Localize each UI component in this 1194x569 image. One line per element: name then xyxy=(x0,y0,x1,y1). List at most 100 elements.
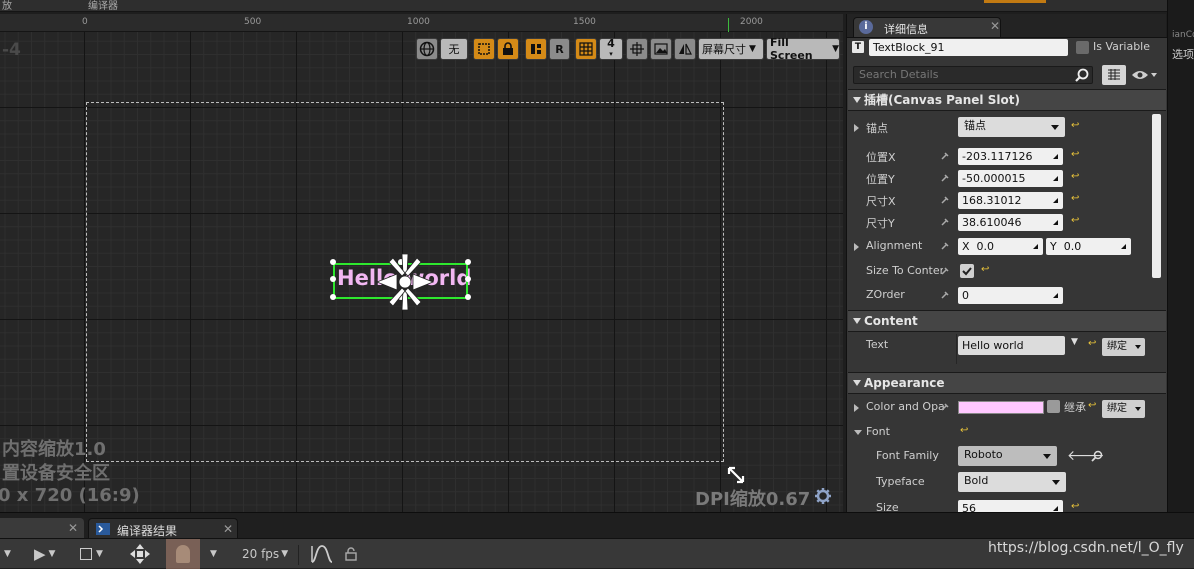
fps-dropdown[interactable]: 20 fps ▼ xyxy=(242,543,288,565)
size-to-content-checkbox[interactable] xyxy=(960,264,974,278)
background-button[interactable] xyxy=(650,38,672,60)
size-x-field[interactable]: 168.31012 xyxy=(958,192,1063,209)
color-swatch[interactable] xyxy=(958,401,1044,414)
details-tab[interactable]: i 详细信息 ✕ xyxy=(853,17,1001,37)
screen-size-dropdown[interactable]: 屏幕尺寸 ▼ xyxy=(698,38,764,60)
row-text: Text Hello world ▼ ↩ 绑定 xyxy=(848,334,1153,364)
font-family-dropdown[interactable]: Roboto xyxy=(958,446,1057,466)
resize-handle[interactable] xyxy=(330,276,336,282)
category-appearance[interactable]: Appearance xyxy=(848,372,1166,394)
tab-compiler-results[interactable]: 编译器结果 ✕ xyxy=(88,518,238,539)
size-y-field[interactable]: 38.610046 xyxy=(958,214,1063,231)
grid-size-button[interactable]: 4 ▾ xyxy=(599,38,623,60)
reset-arrow-icon[interactable]: ↩ xyxy=(960,425,968,436)
outline-icon xyxy=(478,43,490,55)
widget-name-field[interactable]: TextBlock_91 xyxy=(869,39,1068,56)
category-canvas-panel-slot[interactable]: 插槽(Canvas Panel Slot) xyxy=(848,89,1166,111)
reset-arrow-icon[interactable]: ↩ xyxy=(981,264,989,275)
position-y-field[interactable]: -50.000015 xyxy=(958,170,1063,187)
resize-handle[interactable] xyxy=(330,259,336,265)
r-button[interactable]: R xyxy=(549,38,570,60)
pin-icon xyxy=(941,174,949,182)
resize-handle[interactable] xyxy=(465,276,471,282)
property-matrix-button[interactable] xyxy=(1102,65,1126,85)
color-bind-button[interactable]: 绑定 xyxy=(1102,400,1145,418)
curve-button[interactable] xyxy=(310,543,332,565)
text-bind-button[interactable]: 绑定 xyxy=(1102,338,1145,356)
top-tab-text[interactable]: 编译器 xyxy=(88,0,118,12)
mirror-icon xyxy=(679,43,692,55)
details-scrollbar[interactable] xyxy=(1152,114,1161,278)
expand-arrow-icon[interactable] xyxy=(854,404,859,412)
anchors-dropdown[interactable]: 锚点 xyxy=(958,117,1065,137)
pin-icon xyxy=(941,291,949,299)
typeface-dropdown[interactable]: Bold xyxy=(958,472,1066,492)
reset-arrow-icon[interactable]: ↩ xyxy=(1088,400,1096,411)
collapse-arrow-icon[interactable] xyxy=(854,430,862,435)
play-icon: ▶ xyxy=(34,545,46,563)
position-x-field[interactable]: -203.117126 xyxy=(958,148,1063,165)
reset-arrow-icon[interactable]: ↩ xyxy=(1071,120,1079,131)
reset-arrow-icon[interactable]: ↩ xyxy=(1088,338,1096,349)
reset-arrow-icon[interactable]: ↩ xyxy=(1071,171,1079,182)
lock-button[interactable] xyxy=(345,543,357,565)
close-icon[interactable]: ✕ xyxy=(223,522,233,536)
anchor-flower-icon[interactable] xyxy=(373,250,437,314)
reset-arrow-icon[interactable]: ↩ xyxy=(1071,149,1079,160)
category-content[interactable]: Content xyxy=(848,310,1166,332)
grid-snap-toggle[interactable] xyxy=(575,38,597,60)
chevron-down-icon[interactable]: ▼ xyxy=(1071,337,1078,347)
person-icon xyxy=(176,545,190,563)
resize-handle[interactable] xyxy=(330,294,336,300)
zorder-field[interactable]: 0 xyxy=(958,287,1063,304)
resize-handle[interactable] xyxy=(465,259,471,265)
position-y-value: -50.000015 xyxy=(962,172,1026,185)
eye-icon[interactable] xyxy=(1131,69,1159,81)
resize-arrow-icon[interactable] xyxy=(726,465,746,485)
skip-back-button[interactable]: ▼ xyxy=(4,543,11,565)
pin-icon xyxy=(941,267,949,275)
locale-label: 无 xyxy=(448,43,460,56)
outline-toggle[interactable] xyxy=(473,38,495,60)
browse-search-icon[interactable] xyxy=(1091,450,1103,462)
row-typeface: Typeface Bold xyxy=(848,471,1153,493)
globe-button[interactable] xyxy=(416,38,438,60)
alignment-x-field[interactable]: X 0.0 xyxy=(958,238,1043,255)
transform-button[interactable] xyxy=(626,38,648,60)
resize-handle[interactable] xyxy=(465,294,471,300)
is-variable-checkbox[interactable] xyxy=(1076,41,1089,54)
close-icon[interactable]: ✕ xyxy=(68,521,78,535)
pin-icon xyxy=(941,196,949,204)
alignment-y-label: Y xyxy=(1050,240,1057,253)
camera-button[interactable] xyxy=(166,539,200,569)
snap-button[interactable] xyxy=(129,543,151,565)
stop-button[interactable]: ▼ xyxy=(80,543,103,565)
expand-arrow-icon[interactable] xyxy=(854,243,859,251)
play-button[interactable]: ▶ ▼ xyxy=(34,543,55,565)
ruler-label: 500 xyxy=(244,17,262,27)
alignment-y-value: 0.0 xyxy=(1063,240,1082,253)
options-label[interactable]: 选项 xyxy=(1172,46,1194,62)
lock-toggle[interactable] xyxy=(497,38,519,60)
zorder-label: ZOrder xyxy=(866,288,905,301)
inherit-checkbox[interactable] xyxy=(1047,400,1060,413)
reset-arrow-icon[interactable]: ↩ xyxy=(1071,193,1079,204)
alignment-y-field[interactable]: Y 0.0 xyxy=(1046,238,1131,255)
text-value-field[interactable]: Hello world xyxy=(958,336,1065,355)
respect-locks-toggle[interactable] xyxy=(525,38,547,60)
info-icon: i xyxy=(859,20,873,34)
fps-label: 20 fps xyxy=(242,547,280,561)
dpi-settings-button[interactable] xyxy=(814,487,832,505)
tab-animations[interactable]: ✕ xyxy=(0,518,84,539)
camera-dropdown[interactable]: ▼ xyxy=(210,543,217,565)
expand-arrow-icon[interactable] xyxy=(854,124,859,132)
reset-arrow-icon[interactable]: ↩ xyxy=(1071,215,1079,226)
close-icon[interactable]: ✕ xyxy=(990,19,1000,33)
search-details-input[interactable]: Search Details xyxy=(853,66,1093,84)
color-opacity-label: Color and Opa xyxy=(866,400,945,413)
reset-arrow-icon[interactable]: ↩ xyxy=(1071,501,1079,512)
locale-button[interactable]: 无 xyxy=(440,38,468,60)
mirror-button[interactable] xyxy=(674,38,696,60)
fill-screen-dropdown[interactable]: Fill Screen ▼ xyxy=(766,36,840,62)
designer-viewport[interactable]: 0 500 1000 1500 2000 -4 无 R 4 ▾ 屏幕尺寸 ▼ Fil… xyxy=(0,14,843,512)
